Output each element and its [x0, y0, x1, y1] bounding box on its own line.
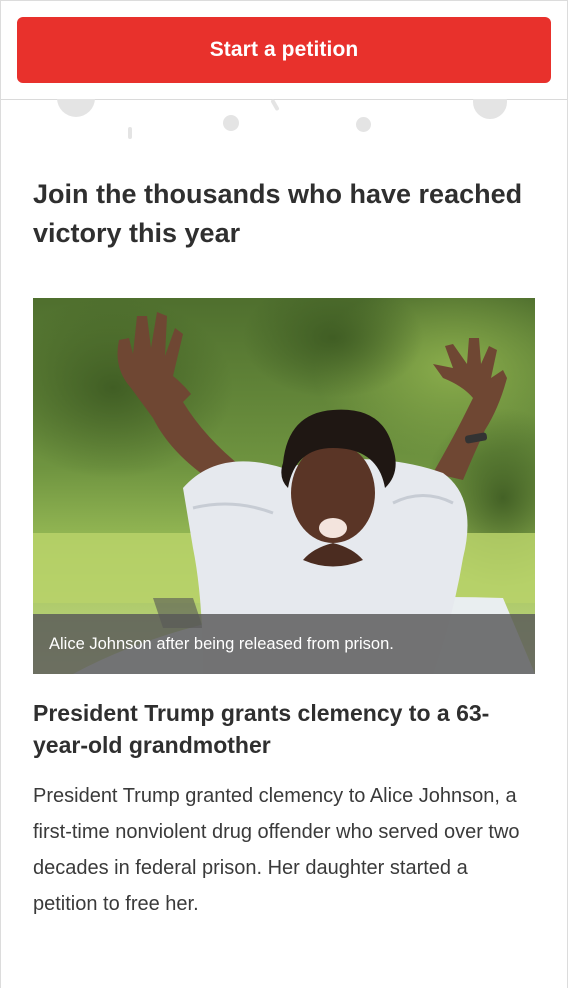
confetti-dot: [223, 115, 239, 131]
story-title[interactable]: President Trump grants clemency to a 63-…: [33, 697, 533, 761]
confetti-dot: [473, 99, 507, 119]
page: Start a petition Join the thousands who …: [0, 0, 568, 988]
start-petition-button[interactable]: Start a petition: [17, 17, 551, 83]
top-bar: Start a petition: [1, 1, 567, 100]
victory-headline: Join the thousands who have reached vict…: [33, 179, 523, 248]
confetti-decoration: [1, 99, 567, 149]
confetti-dash: [128, 127, 132, 139]
story-description: President Trump granted clemency to Alic…: [33, 785, 520, 915]
confetti-dash: [270, 99, 280, 112]
confetti-dot: [57, 99, 95, 117]
featured-story-image[interactable]: Alice Johnson after being released from …: [33, 298, 535, 674]
confetti-dot: [356, 117, 371, 132]
image-caption: Alice Johnson after being released from …: [33, 614, 535, 674]
